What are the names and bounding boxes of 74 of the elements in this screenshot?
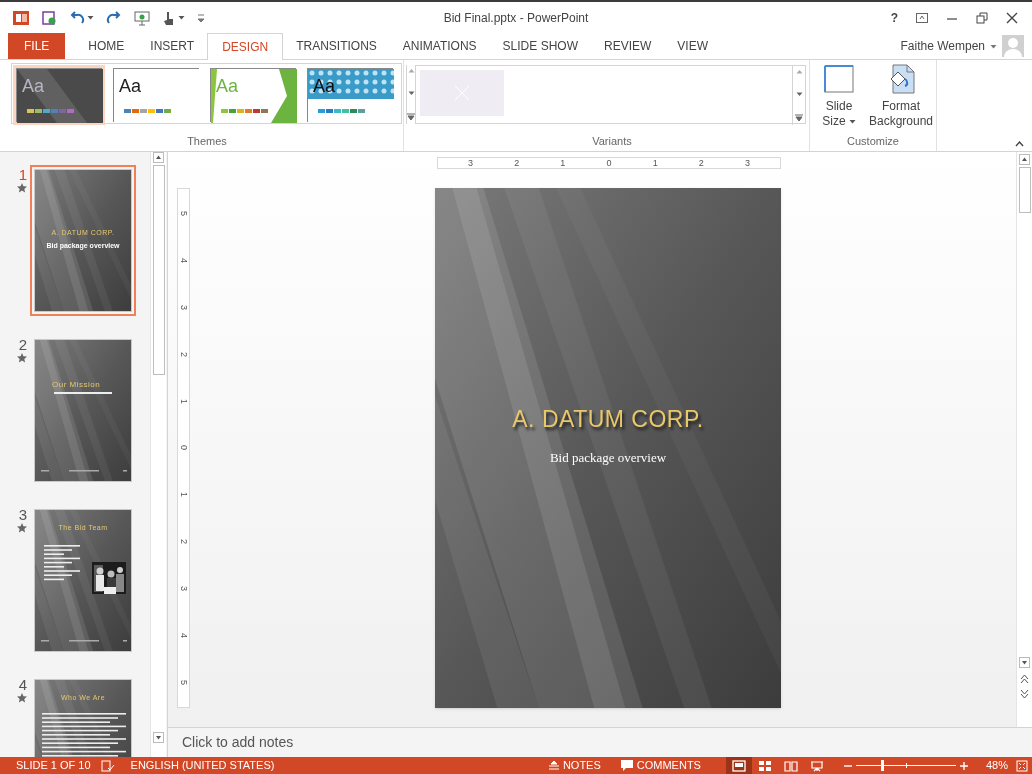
ribbon-tab[interactable]: SLIDE SHOW (489, 33, 591, 59)
theme-sample-text: Aa (313, 75, 336, 98)
ribbon-tab[interactable]: TRANSITIONS (283, 33, 390, 59)
theme-sample-text: Aa (216, 75, 239, 98)
user-name[interactable]: Faithe Wempen (900, 37, 985, 55)
ribbon-tab[interactable]: INSERT (137, 33, 208, 59)
ribbon-tab[interactable]: REVIEW (590, 33, 665, 59)
slide-size-icon (823, 63, 856, 95)
customize-toolbar-icon[interactable] (197, 12, 205, 23)
ribbon-tab[interactable]: FILE (8, 33, 66, 59)
save-icon[interactable] (41, 9, 57, 26)
ribbon-tab[interactable]: DESIGN (207, 33, 284, 60)
redo-icon[interactable] (106, 9, 122, 26)
notes-field[interactable]: Click to add notes (182, 732, 294, 753)
ribbon-display-icon[interactable] (916, 12, 928, 23)
gallery-more-icon[interactable] (407, 113, 415, 121)
caret-icon[interactable] (87, 15, 94, 20)
zoom-slider[interactable] (855, 760, 956, 771)
powerpoint-logo-icon[interactable] (13, 9, 29, 26)
scroll-down-icon[interactable] (795, 91, 803, 97)
normal-view-icon[interactable] (725, 757, 752, 774)
scroll-up-icon[interactable] (1019, 154, 1030, 165)
theme-option[interactable]: Aa (110, 65, 202, 125)
slide-number: 4 (18, 677, 27, 693)
ribbon-tab[interactable]: HOME (75, 33, 138, 59)
close-icon[interactable] (1006, 11, 1018, 24)
ribbon-button[interactable]: Slide Size (818, 63, 861, 129)
slide-title: A. DATUM CORP. (512, 405, 704, 434)
comment-icon (620, 760, 633, 771)
zoom-level[interactable]: 48% (985, 757, 1008, 774)
theme-sample-text: Aa (22, 75, 45, 98)
spelling-check-icon[interactable] (100, 759, 115, 772)
slide-number: 3 (18, 507, 27, 523)
window-title: Bid Final.pptx - PowerPoint (442, 9, 590, 27)
ribbon-tab[interactable]: ANIMATIONS (389, 33, 490, 59)
caret-icon[interactable] (178, 15, 185, 20)
notes-icon (548, 761, 559, 770)
ribbon-tab[interactable]: VIEW (664, 33, 721, 59)
undo-icon[interactable] (69, 9, 85, 26)
restore-icon[interactable] (976, 11, 988, 24)
slide-counter: SLIDE 1 OF 10 (16, 758, 91, 774)
scrollbar-thumb[interactable] (152, 165, 165, 375)
touch-icon[interactable] (162, 9, 176, 26)
slide-number: 2 (18, 337, 27, 353)
help-button[interactable]: ? (890, 8, 898, 27)
scroll-up-icon[interactable] (153, 152, 164, 163)
language-indicator[interactable]: ENGLISH (UNITED STATES) (130, 757, 275, 774)
group-label: Variants (592, 133, 632, 149)
notes-button[interactable]: NOTES (548, 757, 601, 774)
comments-button[interactable]: COMMENTS (620, 757, 701, 774)
slide-subtitle: Bid package overview (549, 448, 667, 467)
gallery-more-icon[interactable] (795, 114, 803, 122)
caret-icon[interactable] (990, 43, 997, 49)
group-label: Themes (187, 133, 227, 149)
zoom-thumb[interactable] (880, 760, 884, 771)
vertical-ruler: 5 4 3 2 1 0 1 2 3 4 5 (177, 188, 190, 708)
group-label: Customize (847, 133, 899, 149)
theme-sample-text: Aa (119, 75, 142, 98)
next-slide-icon[interactable] (1020, 689, 1029, 699)
horizontal-ruler: 3 2 1 0 1 2 3 (437, 157, 781, 169)
slide-number: 1 (18, 167, 27, 183)
scrollbar-thumb[interactable] (1018, 167, 1031, 213)
collapse-ribbon-icon[interactable] (1015, 141, 1024, 147)
previous-slide-icon[interactable] (1020, 674, 1029, 684)
theme-option[interactable]: Aa (304, 65, 396, 125)
ribbon-button[interactable]: Format Background (866, 63, 936, 129)
scroll-down-icon[interactable] (407, 90, 415, 96)
presentation-icon[interactable] (134, 9, 150, 26)
fit-to-window-icon[interactable] (1016, 759, 1028, 772)
slide[interactable]: A. DATUM CORP. Bid package overview (435, 188, 781, 708)
zoom-in-icon[interactable] (959, 761, 968, 770)
slide-title: Our Mission (52, 379, 101, 391)
scroll-down-icon[interactable] (153, 732, 164, 743)
scroll-down-icon[interactable] (1019, 657, 1030, 668)
